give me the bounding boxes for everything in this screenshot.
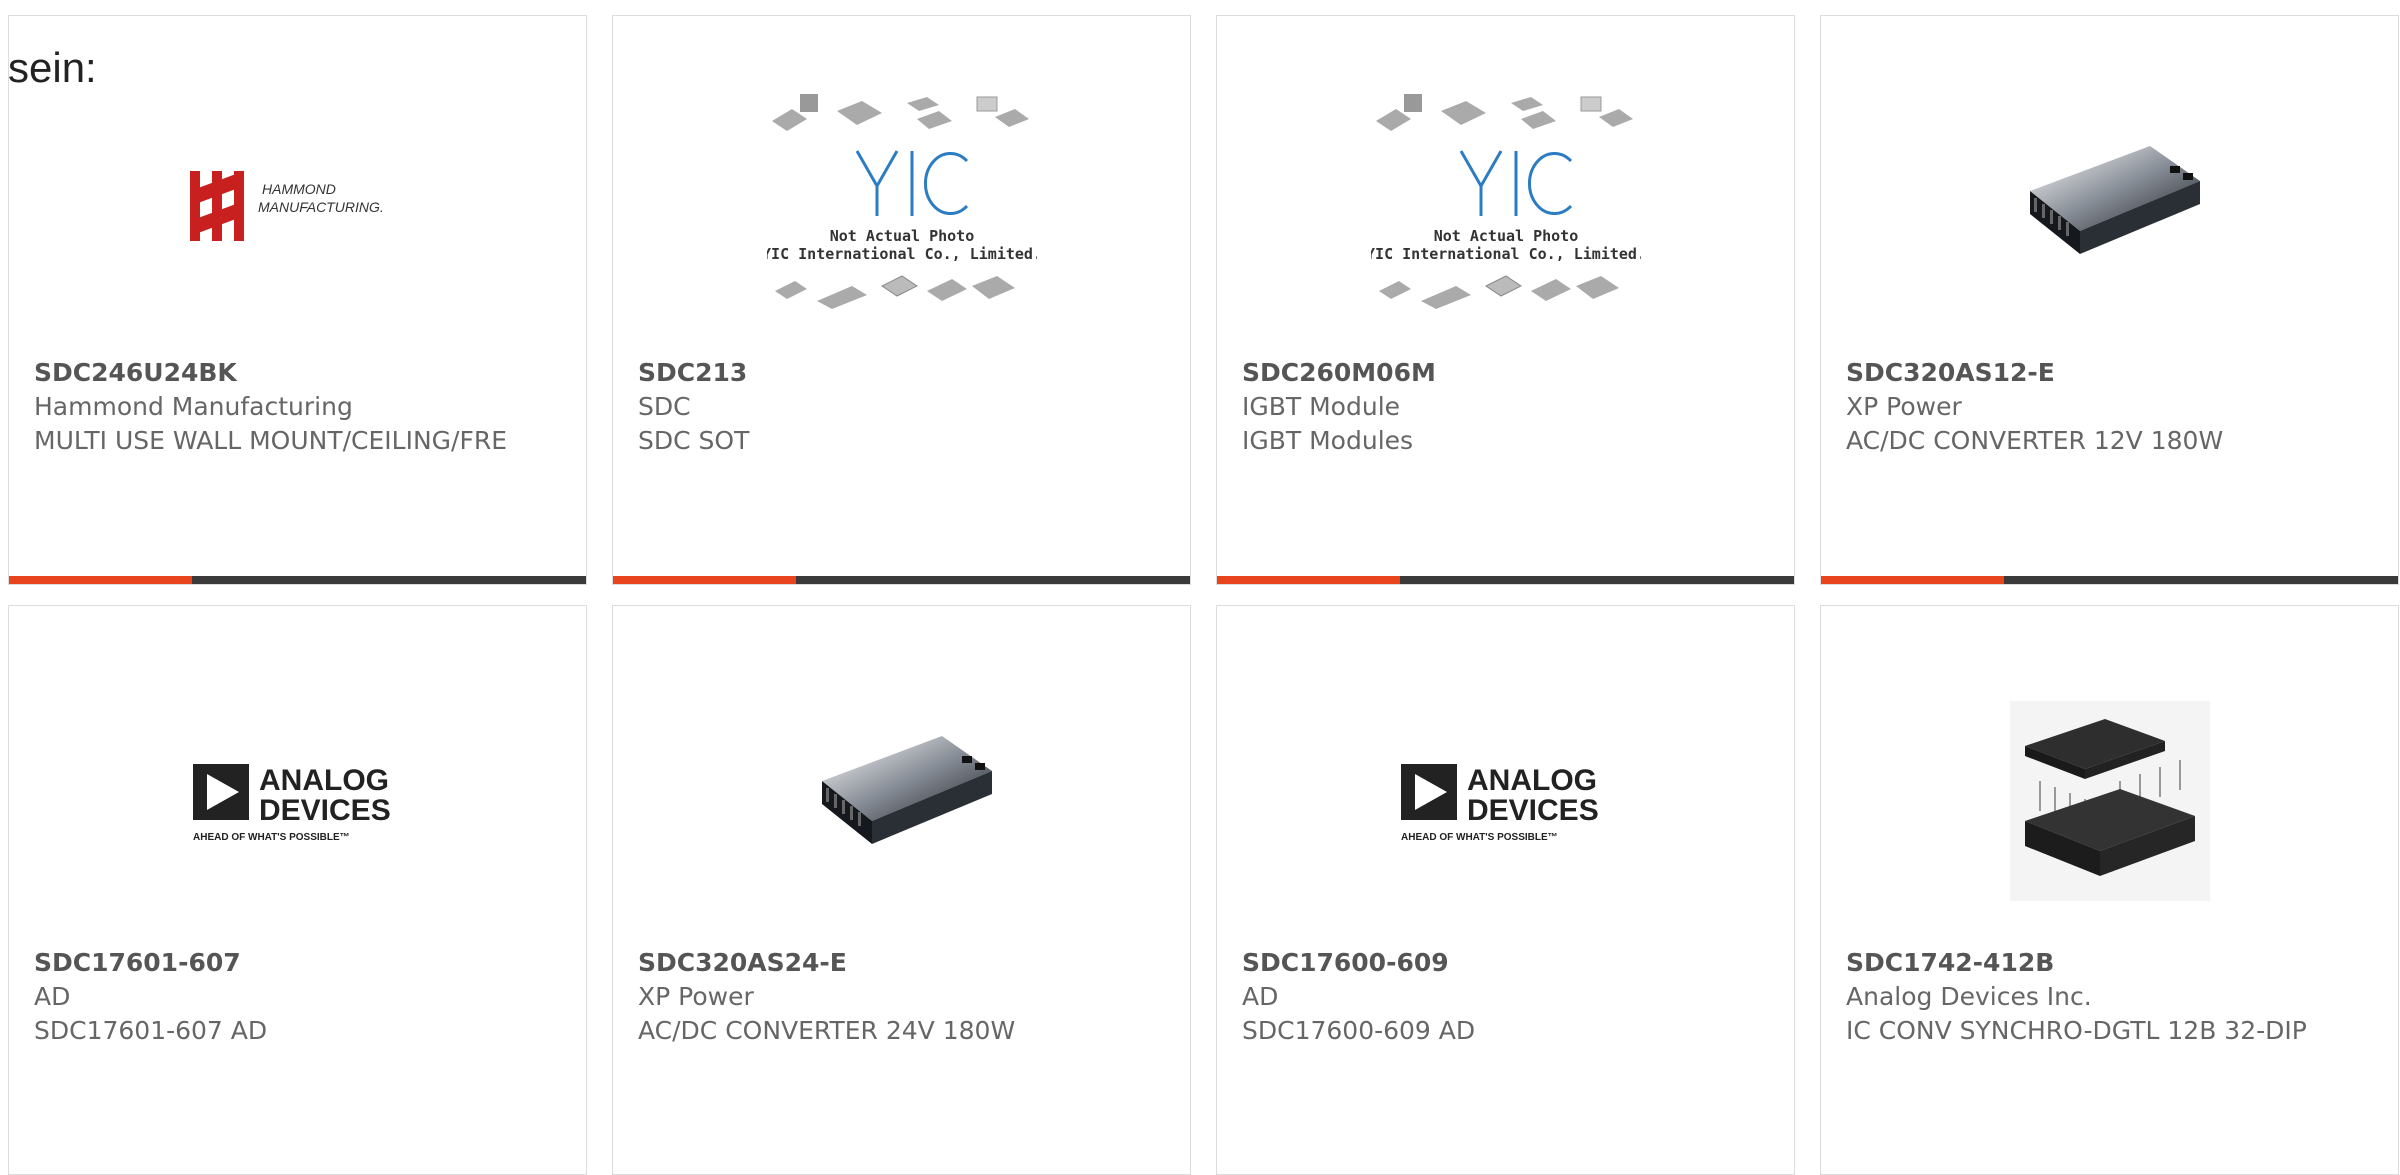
svg-text:AHEAD OF WHAT'S POSSIBLE™: AHEAD OF WHAT'S POSSIBLE™ <box>193 832 350 843</box>
product-card[interactable]: SDC320AS12-E XP Power AC/DC CONVERTER 12… <box>1820 15 2399 585</box>
description: SDC17600-609 AD <box>1242 1016 1476 1045</box>
part-number[interactable]: SDC260M06M <box>1242 356 1774 390</box>
chip-placeholder-icon: Not Actual Photo YIC International Co., … <box>1371 94 1641 309</box>
manufacturer: Hammond Manufacturing <box>34 392 353 421</box>
description: AC/DC CONVERTER 24V 180W <box>638 1016 1016 1045</box>
description: IGBT Modules <box>1242 426 1414 455</box>
product-card[interactable]: Not Actual Photo YIC International Co., … <box>612 15 1191 585</box>
product-image[interactable]: Not Actual Photo YIC International Co., … <box>638 91 1166 331</box>
analog-devices-logo-icon: ANALOG DEVICES AHEAD OF WHAT'S POSSIBLE™ <box>193 764 391 843</box>
manufacturer: AD <box>1242 982 1279 1011</box>
product-image[interactable]: Not Actual Photo YIC International Co., … <box>1242 91 1770 331</box>
analog-devices-logo-icon: ANALOG DEVICES AHEAD OF WHAT'S POSSIBLE™ <box>1401 764 1599 843</box>
product-card[interactable]: ANALOG DEVICES AHEAD OF WHAT'S POSSIBLE™… <box>8 605 587 1175</box>
product-card[interactable]: Not Actual Photo YIC International Co., … <box>1216 15 1795 585</box>
product-image[interactable] <box>638 681 1166 921</box>
chip-placeholder-icon: Not Actual Photo YIC International Co., … <box>767 94 1037 309</box>
svg-text:AHEAD OF WHAT'S POSSIBLE™: AHEAD OF WHAT'S POSSIBLE™ <box>1401 832 1558 843</box>
card-accent-bar <box>9 576 586 584</box>
svg-text:ANALOG: ANALOG <box>259 764 389 797</box>
svg-text:Not Actual Photo: Not Actual Photo <box>830 227 975 245</box>
svg-text:Not Actual Photo: Not Actual Photo <box>1434 227 1579 245</box>
card-accent-bar <box>1821 576 2398 584</box>
product-grid: HAMMOND MANUFACTURING. SDC246U24BK Hammo… <box>8 15 2400 1175</box>
description: SDC17601-607 AD <box>34 1016 268 1045</box>
svg-text:YIC International Co., Limited: YIC International Co., Limited. <box>1371 245 1641 263</box>
lead-text: sein: <box>8 44 97 91</box>
card-accent-bar <box>1217 576 1794 584</box>
hammond-logo-icon: HAMMOND MANUFACTURING. <box>190 171 384 241</box>
manufacturer: Analog Devices Inc. <box>1846 982 2092 1011</box>
manufacturer: XP Power <box>638 982 754 1011</box>
manufacturer: AD <box>34 982 71 1011</box>
part-number[interactable]: SDC246U24BK <box>34 356 566 390</box>
manufacturer: SDC <box>638 392 691 421</box>
power-module-icon <box>822 736 992 844</box>
product-card[interactable]: SDC320AS24-E XP Power AC/DC CONVERTER 24… <box>612 605 1191 1175</box>
svg-text:ANALOG: ANALOG <box>1467 764 1597 797</box>
svg-text:YIC International Co., Limited: YIC International Co., Limited. <box>767 245 1037 263</box>
svg-text:MANUFACTURING.: MANUFACTURING. <box>258 199 384 215</box>
product-image[interactable] <box>1846 681 2374 921</box>
product-card[interactable]: SDC1742-412B Analog Devices Inc. IC CONV… <box>1820 605 2399 1175</box>
part-number[interactable]: SDC213 <box>638 356 1170 390</box>
svg-text:DEVICES: DEVICES <box>1467 794 1599 827</box>
product-card[interactable]: HAMMOND MANUFACTURING. SDC246U24BK Hammo… <box>8 15 587 585</box>
product-image[interactable]: HAMMOND MANUFACTURING. <box>34 91 562 331</box>
svg-text:DEVICES: DEVICES <box>259 794 391 827</box>
card-accent-bar <box>613 576 1190 584</box>
dip-module-icon <box>2010 701 2210 901</box>
manufacturer: XP Power <box>1846 392 1962 421</box>
power-module-icon <box>2030 146 2200 254</box>
product-image[interactable] <box>1846 91 2374 331</box>
part-number[interactable]: SDC1742-412B <box>1846 946 2378 980</box>
product-image[interactable]: ANALOG DEVICES AHEAD OF WHAT'S POSSIBLE™ <box>34 681 562 921</box>
manufacturer: IGBT Module <box>1242 392 1401 421</box>
description: SDC SOT <box>638 426 750 455</box>
description: AC/DC CONVERTER 12V 180W <box>1846 426 2224 455</box>
product-card[interactable]: ANALOG DEVICES AHEAD OF WHAT'S POSSIBLE™… <box>1216 605 1795 1175</box>
svg-text:HAMMOND: HAMMOND <box>262 181 336 197</box>
part-number[interactable]: SDC17601-607 <box>34 946 566 980</box>
part-number[interactable]: SDC17600-609 <box>1242 946 1774 980</box>
description: IC CONV SYNCHRO-DGTL 12B 32-DIP <box>1846 1016 2307 1045</box>
description: MULTI USE WALL MOUNT/CEILING/FRE <box>34 426 508 455</box>
product-image[interactable]: ANALOG DEVICES AHEAD OF WHAT'S POSSIBLE™ <box>1242 681 1770 921</box>
part-number[interactable]: SDC320AS12-E <box>1846 356 2378 390</box>
part-number[interactable]: SDC320AS24-E <box>638 946 1170 980</box>
